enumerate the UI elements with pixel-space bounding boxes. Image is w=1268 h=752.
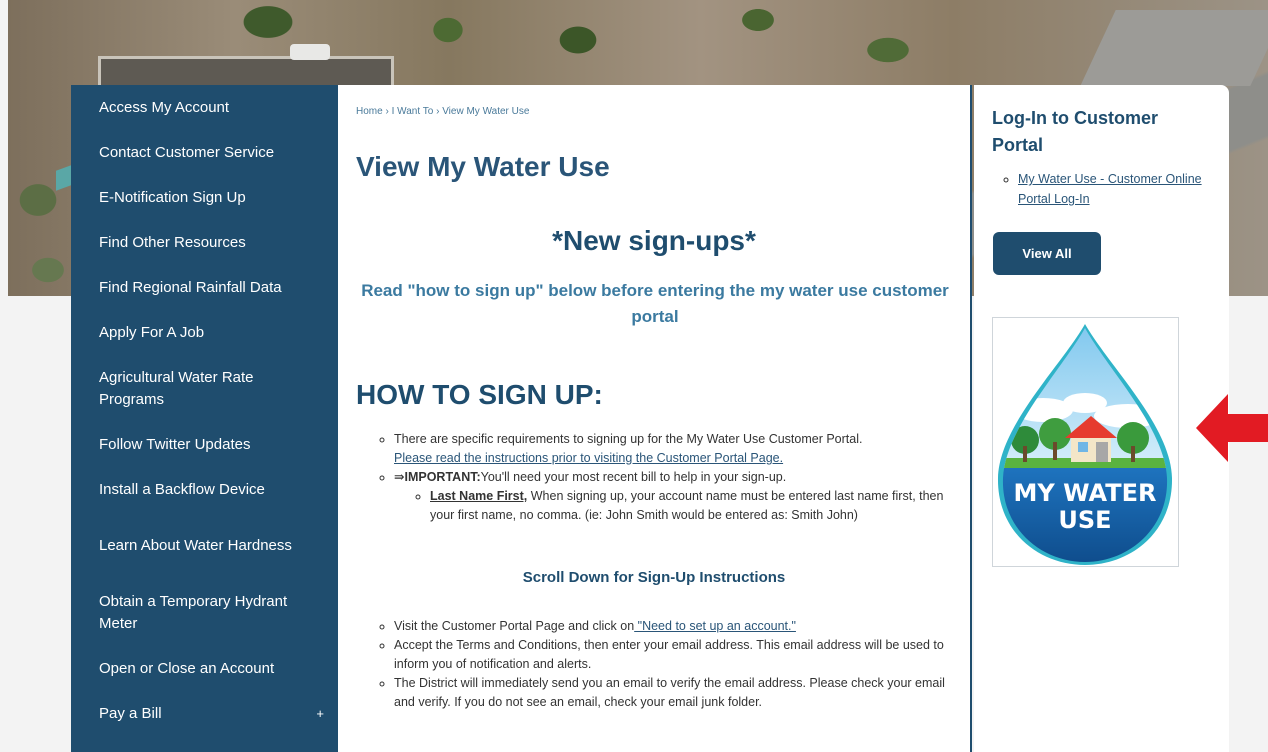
sidebar-item-label: Find Other Resources — [99, 233, 246, 251]
red-arrow-icon — [1196, 394, 1268, 462]
step-text: Visit the Customer Portal Page and click… — [394, 619, 635, 633]
instructions-link[interactable]: Please read the instructions prior to vi… — [394, 451, 783, 465]
steps-list: Visit the Customer Portal Page and click… — [374, 617, 964, 712]
sidebar-item-label: Open or Close an Account — [99, 659, 275, 677]
breadcrumb: Home › I Want To › View My Water Use — [356, 106, 529, 117]
sidebar-item-label: Install a Backflow Device — [99, 480, 265, 498]
sidebar-item-open-close-account[interactable]: Open or Close an Account — [71, 646, 338, 691]
breadcrumb-separator: › — [436, 106, 440, 117]
view-all-button[interactable]: View All — [993, 232, 1101, 275]
sidebar-item-label: Find Regional Rainfall Data — [99, 278, 282, 296]
main-content: Home › I Want To › View My Water Use Vie… — [338, 85, 972, 752]
my-water-use-logo[interactable]: MY WATER USE — [992, 317, 1179, 567]
list-item: Last Name First, When signing up, your a… — [430, 487, 964, 525]
sidebar-item-label: Access My Account — [99, 98, 230, 116]
step-text: The District will immediately send you a… — [394, 676, 945, 709]
step-text: Accept the Terms and Conditions, then en… — [394, 638, 944, 671]
expand-plus-icon[interactable]: + — [316, 703, 324, 725]
sidebar-item-apply-for-job[interactable]: Apply For A Job — [71, 310, 338, 355]
requirements-text: There are specific requirements to signi… — [394, 432, 863, 446]
logo-text-line2: USE — [1058, 506, 1111, 534]
sidebar-item-hydrant-meter[interactable]: Obtain a Temporary Hydrant Meter — [71, 579, 338, 646]
list-item: Visit the Customer Portal Page and click… — [394, 617, 964, 636]
breadcrumb-i-want-to-link[interactable]: I Want To — [392, 106, 434, 117]
list-item: The District will immediately send you a… — [394, 674, 964, 712]
new-signups-heading: *New sign-ups* — [552, 225, 756, 256]
scroll-down-note: Scroll Down for Sign-Up Instructions — [522, 569, 786, 586]
important-text: You'll need your most recent bill to hel… — [480, 470, 787, 484]
right-panel: Log-In to Customer Portal My Water Use -… — [974, 85, 1229, 752]
read-note: Read "how to sign up" below before enter… — [361, 281, 949, 326]
sidebar-item-label: E-Notification Sign Up — [99, 188, 246, 206]
breadcrumb-separator: › — [385, 106, 389, 117]
sidebar-item-pay-a-bill[interactable]: Pay a Bill + — [71, 691, 338, 736]
sidebar-nav: Access My Account Contact Customer Servi… — [71, 85, 338, 752]
how-to-sign-up-heading: HOW TO SIGN UP: — [356, 379, 603, 410]
sidebar-item-find-other-resources[interactable]: Find Other Resources — [71, 220, 338, 265]
setup-account-link[interactable]: "Need to set up an account." — [634, 619, 796, 633]
sidebar-item-label: Follow Twitter Updates — [99, 435, 251, 453]
page-title: View My Water Use — [356, 151, 610, 182]
sidebar-item-access-my-account[interactable]: Access My Account — [71, 85, 338, 130]
breadcrumb-current: View My Water Use — [442, 106, 530, 117]
hero-car — [290, 44, 330, 60]
list-item: My Water Use - Customer Online Portal Lo… — [1018, 169, 1218, 209]
sidebar-item-label: Apply For A Job — [99, 323, 205, 341]
important-label: IMPORTANT: — [404, 470, 481, 484]
list-item: ⇛IMPORTANT:You'll need your most recent … — [394, 468, 964, 525]
sidebar-item-rainfall-data[interactable]: Find Regional Rainfall Data — [71, 265, 338, 310]
sidebar-item-label: Obtain a Temporary Hydrant Meter — [99, 592, 288, 632]
hero-road — [1080, 10, 1268, 86]
sidebar-item-backflow-device[interactable]: Install a Backflow Device — [71, 467, 338, 512]
requirements-list: There are specific requirements to signi… — [374, 430, 964, 525]
last-name-first-label: Last Name First, — [430, 489, 528, 503]
water-drop-logo-icon: MY WATER USE — [997, 324, 1173, 565]
sidebar-item-e-notification[interactable]: E-Notification Sign Up — [71, 175, 338, 220]
logo-text-line1: MY WATER — [1014, 479, 1157, 507]
sidebar-item-label: Pay a Bill — [99, 704, 162, 722]
important-arrow-icon: ⇛ — [394, 470, 405, 484]
sidebar-item-contact-customer-service[interactable]: Contact Customer Service — [71, 130, 338, 175]
sidebar-item-twitter-updates[interactable]: Follow Twitter Updates — [71, 422, 338, 467]
login-link-list: My Water Use - Customer Online Portal Lo… — [1000, 169, 1218, 209]
sidebar-item-label: Learn About Water Hardness — [99, 536, 292, 554]
sidebar-item-water-hardness[interactable]: Learn About Water Hardness — [71, 512, 338, 579]
list-item: There are specific requirements to signi… — [394, 430, 964, 468]
portal-login-link[interactable]: My Water Use - Customer Online Portal Lo… — [1018, 172, 1202, 206]
sidebar-item-agricultural-water-rate[interactable]: Agricultural Water Rate Programs — [71, 355, 338, 422]
breadcrumb-home-link[interactable]: Home — [356, 106, 383, 117]
sidebar-item-label: Contact Customer Service — [99, 143, 275, 161]
login-portal-title: Log-In to Customer Portal — [992, 108, 1158, 155]
sidebar-item-label: Agricultural Water Rate Programs — [99, 368, 254, 408]
list-item: Accept the Terms and Conditions, then en… — [394, 636, 964, 674]
